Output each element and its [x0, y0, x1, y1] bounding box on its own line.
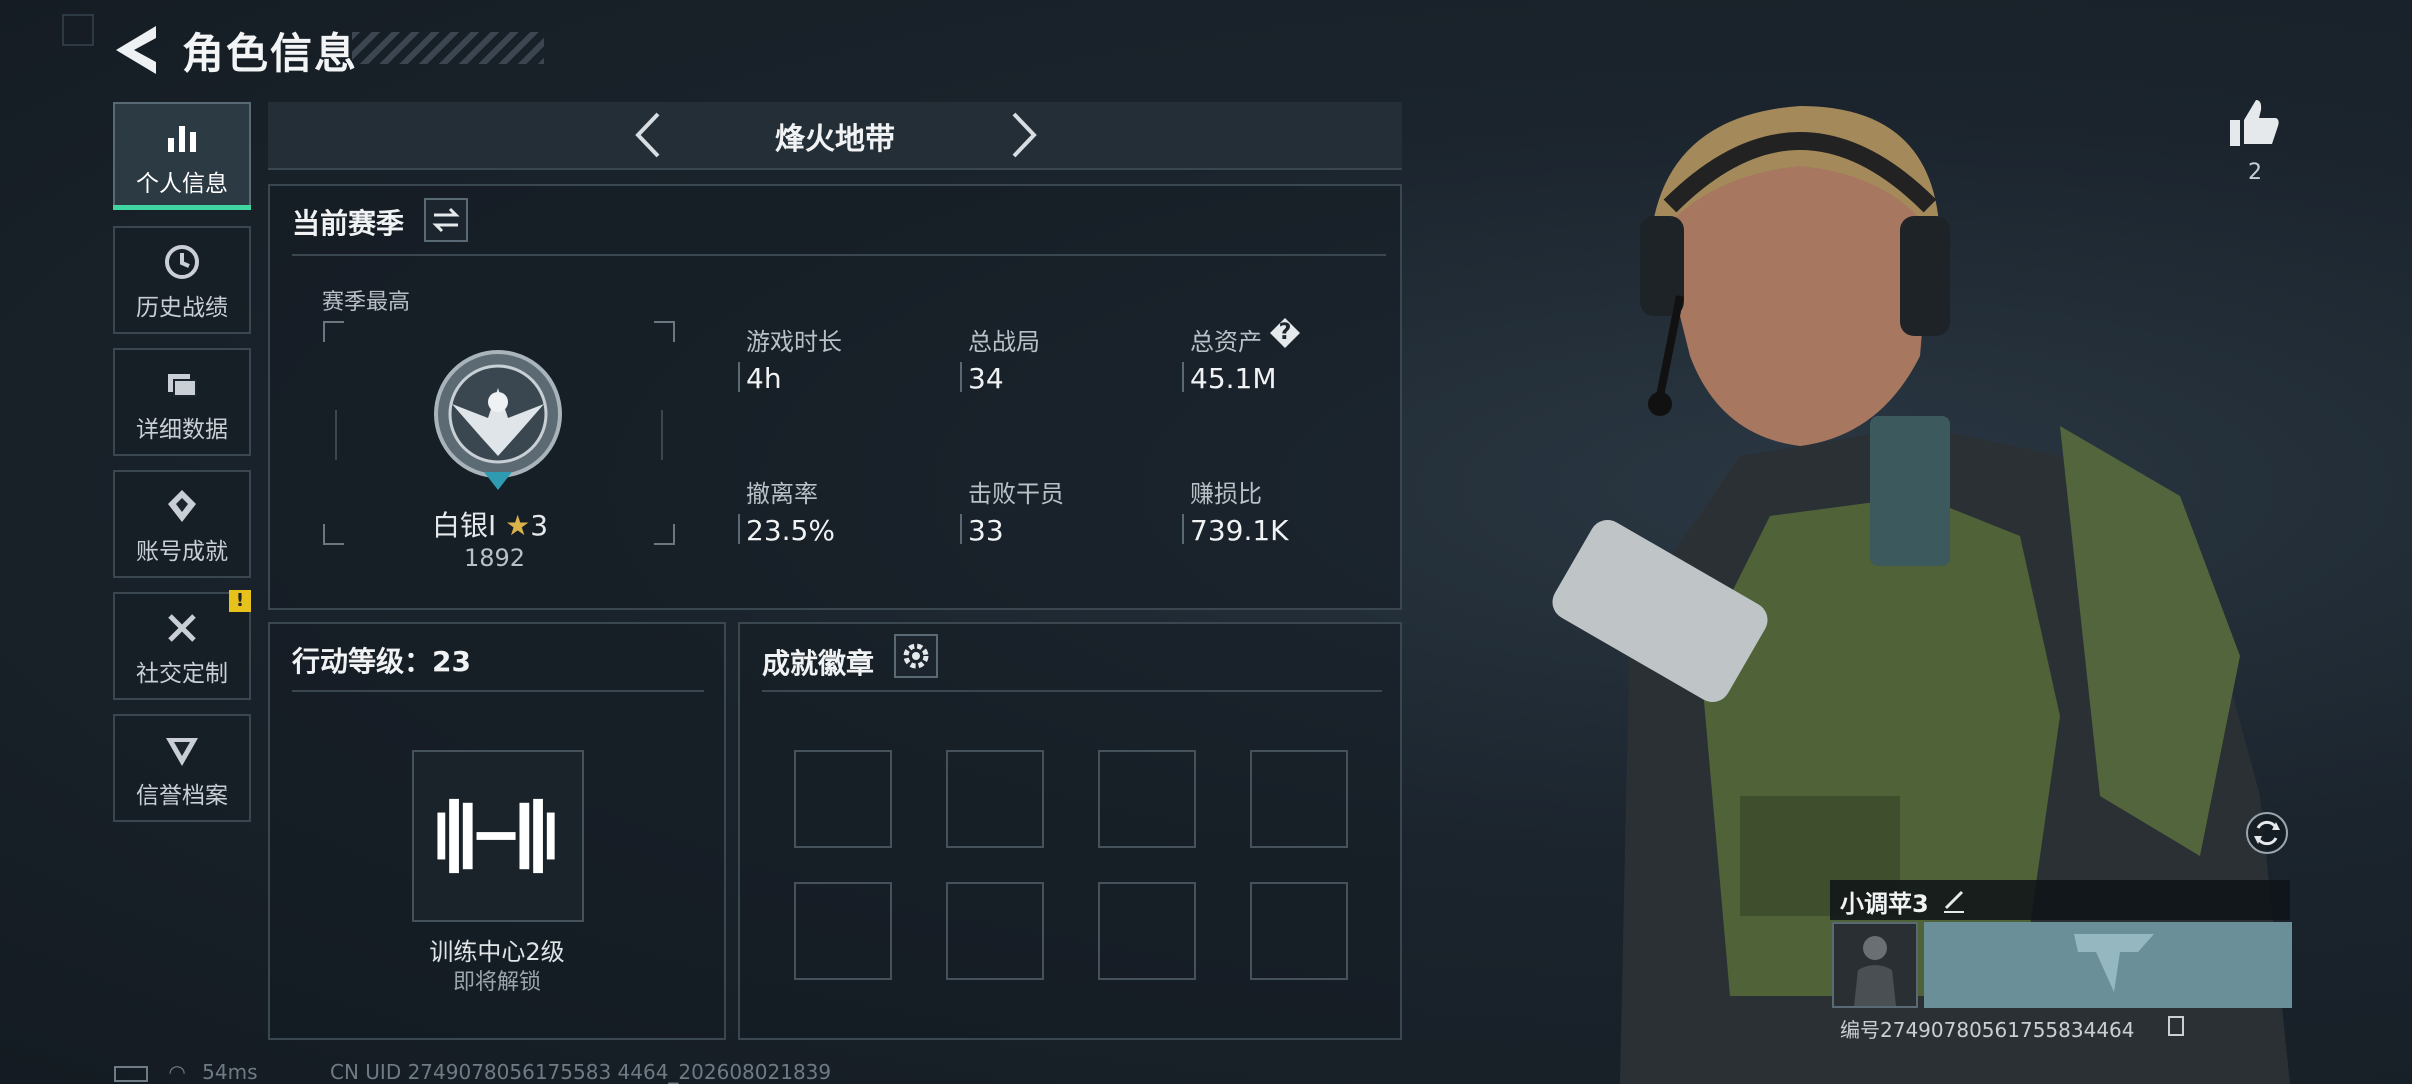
stat-label-matches: 总战局 [968, 328, 1040, 356]
rotate-view-button[interactable] [2246, 812, 2288, 854]
sidebar-item-label: 账号成就 [136, 539, 228, 565]
sidebar-item-label: 信誉档案 [136, 783, 228, 809]
battery-icon [114, 1065, 148, 1082]
stat-tick [1182, 514, 1184, 544]
sidebar-item-label: 个人信息 [136, 171, 228, 197]
stat-tick [960, 514, 962, 544]
reputation-icon [166, 738, 198, 766]
title-decoration [352, 32, 544, 64]
dumbbell-icon [437, 798, 555, 874]
divider [292, 254, 1386, 256]
sidebar-item-reputation[interactable]: 信誉档案 [113, 714, 251, 822]
divider [762, 690, 1382, 692]
facility-name: 训练中心2级 [429, 938, 565, 966]
like-count: 2 [2248, 160, 2262, 185]
season-best-label: 赛季最高 [322, 290, 411, 315]
rank-emblem-icon [434, 350, 562, 490]
sidebar-item-label: 历史战绩 [136, 295, 228, 321]
sidebar-item-personal-info[interactable]: 个人信息 [113, 102, 251, 210]
badge-slot[interactable] [794, 882, 892, 980]
mode-label: 烽火地带 [775, 122, 895, 157]
avatar[interactable] [1832, 922, 1918, 1008]
badge-slot[interactable] [1250, 882, 1348, 980]
avatar-figure-icon [1854, 936, 1896, 1006]
rank-stars: 3 [530, 509, 549, 542]
sidebar-item-achievements[interactable]: 账号成就 [113, 470, 251, 578]
page-title: 角色信息 [182, 29, 359, 78]
team-emblem-icon [2074, 934, 2154, 992]
chevron-right-icon[interactable] [1004, 110, 1044, 160]
switch-season-button[interactable] [424, 198, 468, 242]
star-icon: ★ [505, 509, 531, 542]
sidebar-item-history[interactable]: 历史战绩 [113, 226, 251, 334]
stat-value-extract-rate: 23.5% [746, 514, 835, 547]
badge-slot[interactable] [1098, 750, 1196, 848]
badge-slot[interactable] [946, 882, 1044, 980]
folder-icon [168, 374, 197, 397]
gear-icon [903, 643, 929, 669]
swap-icon [432, 207, 460, 233]
wifi-icon: ◠ [168, 1060, 186, 1084]
rank-name: 白银I [432, 509, 497, 542]
rank-points: 1892 [464, 544, 526, 572]
thumbs-up-icon[interactable] [2228, 98, 2280, 148]
stat-tick [738, 514, 740, 544]
badge-slot[interactable] [794, 750, 892, 848]
facility-status: 即将解锁 [452, 970, 541, 995]
status-bar: ◠ 54ms [114, 1060, 258, 1084]
rank-label: 白银I ★3 [432, 504, 652, 544]
stat-tick [738, 362, 740, 392]
back-arrow-icon[interactable] [112, 22, 160, 78]
tools-icon [168, 614, 196, 642]
badge-slot[interactable] [1250, 750, 1348, 848]
stat-label-extract-rate: 撤离率 [746, 480, 818, 508]
stat-label-assets: 总资产 [1190, 328, 1262, 356]
player-name: 小调苹3 [1840, 890, 1929, 918]
sidebar-item-label: 社交定制 [136, 661, 228, 687]
badge-slot[interactable] [1098, 882, 1196, 980]
stat-value-matches: 34 [968, 362, 1004, 395]
corner-decoration [62, 14, 94, 46]
stat-label-kills: 击败干员 [968, 480, 1064, 508]
edit-icon[interactable] [1940, 886, 1968, 914]
stat-value-kills: 33 [968, 514, 1004, 547]
stat-tick [960, 362, 962, 392]
stat-value-playtime: 4h [746, 362, 782, 395]
season-title: 当前赛季 [292, 207, 405, 240]
alert-badge: ! [229, 590, 251, 612]
sidebar-item-label: 详细数据 [136, 417, 228, 443]
stat-label-profit-ratio: 赚损比 [1190, 480, 1262, 508]
facility-card[interactable] [412, 750, 584, 922]
copy-icon[interactable] [2168, 1016, 2184, 1036]
stat-label-playtime: 游戏时长 [746, 328, 842, 356]
history-icon [165, 245, 199, 279]
badges-title: 成就徽章 [762, 647, 875, 680]
stat-tick [1182, 362, 1184, 392]
divider [292, 690, 704, 692]
action-level-title: 行动等级：23 [292, 645, 471, 678]
bar-chart-icon [168, 126, 196, 152]
sidebar-item-detailed-data[interactable]: 详细数据 [113, 348, 251, 456]
uid-text: CN UID 2749078056175583 4464_20260802183… [330, 1060, 832, 1084]
chevron-left-icon[interactable] [628, 110, 668, 160]
badge-settings-button[interactable] [894, 634, 938, 678]
player-id: 编号274907805617558344​64 [1840, 1018, 2135, 1042]
badge-slot[interactable] [946, 750, 1044, 848]
achievement-icon [168, 490, 196, 522]
name-card[interactable] [1924, 922, 2292, 1008]
refresh-icon [2254, 820, 2280, 846]
stat-value-assets: 45.1M [1190, 362, 1277, 395]
stat-value-profit-ratio: 739.1K [1190, 514, 1289, 547]
ping-value: 54ms [202, 1060, 258, 1084]
